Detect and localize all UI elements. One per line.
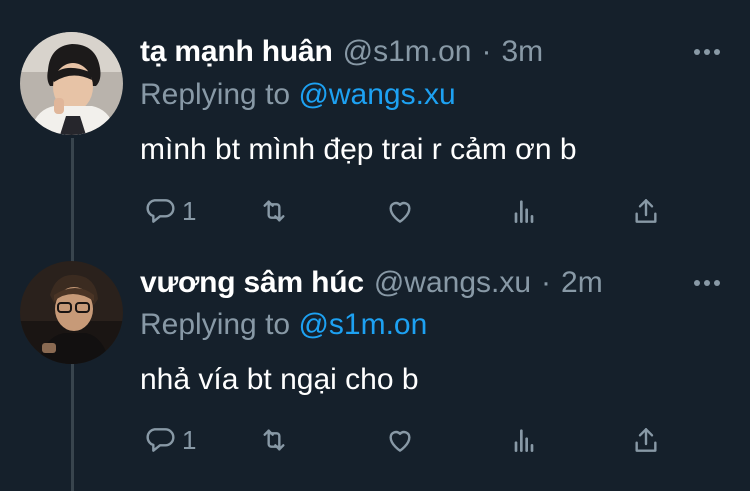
reply-count: 1	[182, 195, 197, 226]
tweet[interactable]: tạ mạnh huân @s1m.on · 3m Replying to @w…	[0, 0, 750, 250]
reply-button[interactable]: 1	[144, 193, 196, 229]
display-name[interactable]: tạ mạnh huân	[140, 32, 333, 72]
retweet-icon	[263, 200, 285, 222]
replying-to-label: Replying to	[140, 308, 291, 341]
tweet-header: tạ mạnh huân @s1m.on · 3m	[140, 32, 730, 72]
replying-to-line: Replying to @wangs.xu	[140, 75, 456, 115]
avatar[interactable]	[20, 261, 123, 364]
analytics-button[interactable]	[508, 422, 540, 458]
analytics-icon	[514, 200, 534, 223]
like-button[interactable]	[384, 422, 416, 458]
reply-icon	[146, 428, 175, 452]
like-icon	[389, 430, 411, 452]
tweet[interactable]: vương sâm húc @wangs.xu · 2m Replying to…	[0, 250, 750, 491]
display-name[interactable]: vương sâm húc	[140, 263, 364, 303]
more-icon[interactable]	[694, 273, 720, 293]
timestamp[interactable]: 2m	[561, 263, 603, 303]
tweet-text: nhả vía bt ngại cho b	[140, 363, 419, 396]
more-icon[interactable]	[694, 42, 720, 62]
replying-to-line: Replying to @s1m.on	[140, 305, 427, 345]
analytics-button[interactable]	[508, 193, 540, 229]
replying-to-mention[interactable]: @s1m.on	[298, 308, 427, 341]
replying-to-label: Replying to	[140, 78, 291, 111]
avatar[interactable]	[20, 32, 123, 135]
separator-dot: ·	[541, 266, 552, 299]
reply-count: 1	[182, 424, 197, 455]
like-button[interactable]	[384, 193, 416, 229]
replying-to-mention[interactable]: @wangs.xu	[298, 78, 455, 111]
timestamp[interactable]: 3m	[501, 32, 543, 72]
reply-button[interactable]: 1	[144, 422, 196, 458]
user-handle[interactable]: @s1m.on	[343, 32, 472, 72]
retweet-button[interactable]	[258, 422, 290, 458]
tweet-actions: 1	[140, 422, 680, 458]
share-button[interactable]	[630, 193, 662, 229]
share-icon	[635, 199, 657, 223]
user-handle[interactable]: @wangs.xu	[374, 263, 531, 303]
tweet-text: mình bt mình đẹp trai r cảm ơn b	[140, 133, 577, 166]
like-icon	[389, 201, 411, 223]
retweet-button[interactable]	[258, 193, 290, 229]
tweet-header: vương sâm húc @wangs.xu · 2m	[140, 263, 730, 303]
separator-dot: ·	[481, 35, 492, 68]
share-icon	[635, 428, 657, 452]
retweet-icon	[263, 429, 285, 451]
analytics-icon	[514, 429, 534, 452]
share-button[interactable]	[630, 422, 662, 458]
tweet-actions: 1	[140, 193, 680, 229]
reply-icon	[146, 199, 175, 223]
